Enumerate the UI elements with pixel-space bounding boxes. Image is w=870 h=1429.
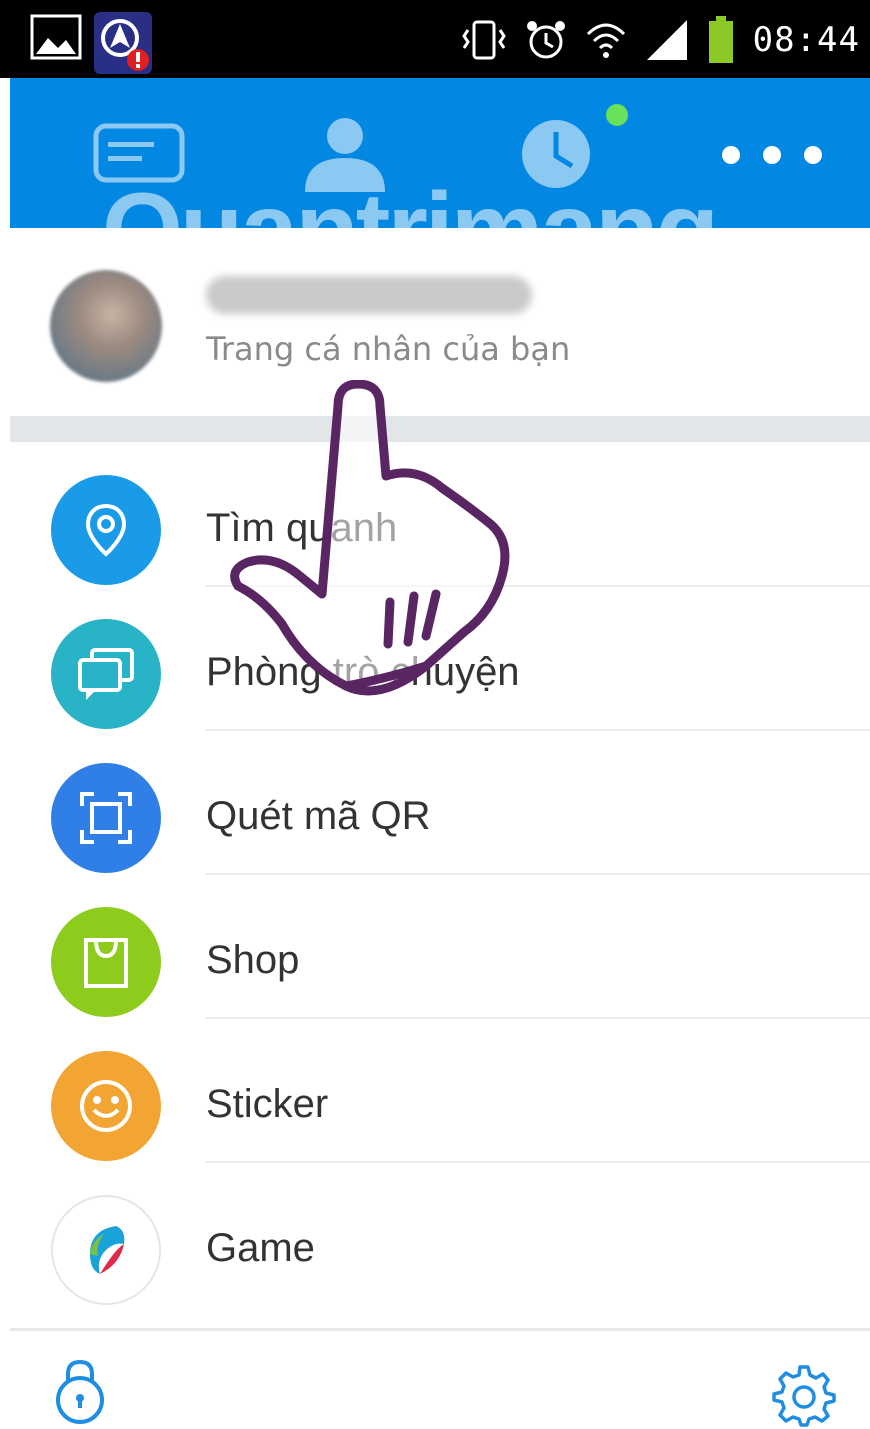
more-dot-icon (763, 146, 781, 164)
menu-item-label: Game (206, 1226, 315, 1270)
profile-subtitle: Trang cá nhân của bạn (206, 330, 571, 368)
settings-gear-icon[interactable] (772, 1363, 836, 1427)
profile-row[interactable]: Trang cá nhân của bạn (0, 228, 870, 416)
status-notifications (30, 10, 154, 76)
status-bar: 08:44 (0, 0, 870, 78)
avatar (50, 270, 162, 382)
menu-item-label: Quét mã QR (206, 794, 431, 838)
qr-scan-icon (51, 763, 161, 873)
app-header: Quantrimang (10, 78, 870, 282)
menu-item-chat-rooms[interactable]: Phòng trò chuyện (0, 586, 870, 731)
status-time: 08:44 (752, 20, 860, 60)
bottom-divider (10, 1328, 870, 1331)
menu-item-qr-scan[interactable]: Quét mã QR (0, 730, 870, 875)
menu-item-label: Phòng trò chuyện (206, 650, 520, 694)
menu-item-game[interactable]: Game (0, 1162, 870, 1306)
menu-item-label: Sticker (206, 1082, 329, 1126)
menu-list: Tìm quanh Phòng trò chuyện Quét mã QR Sh… (0, 442, 870, 1306)
menu-item-find-nearby[interactable]: Tìm quanh (0, 442, 870, 587)
gallery-notification-icon (30, 14, 82, 60)
smiley-icon (51, 1051, 161, 1161)
alarm-icon (526, 21, 565, 59)
wifi-icon (586, 23, 625, 58)
location-pin-icon (51, 475, 161, 585)
battery-icon (708, 16, 733, 63)
app-alert-notification-icon (94, 12, 152, 74)
vibrate-icon (461, 20, 506, 60)
chat-rooms-icon (51, 619, 161, 729)
section-separator (10, 416, 870, 442)
more-dot-icon (722, 146, 740, 164)
status-indicators: 08:44 (461, 12, 860, 68)
signal-icon (646, 20, 687, 60)
online-indicator (606, 104, 628, 126)
game-logo-icon (51, 1195, 161, 1305)
more-options-button[interactable] (722, 140, 822, 170)
profile-name-blurred (206, 276, 532, 314)
lock-icon[interactable] (52, 1356, 108, 1426)
menu-item-sticker[interactable]: Sticker (0, 1018, 870, 1163)
menu-item-label: Shop (206, 938, 300, 982)
more-dot-icon (804, 146, 822, 164)
menu-item-label: Tìm quanh (206, 506, 398, 550)
menu-item-shop[interactable]: Shop (0, 874, 870, 1019)
shopping-bag-icon (51, 907, 161, 1017)
